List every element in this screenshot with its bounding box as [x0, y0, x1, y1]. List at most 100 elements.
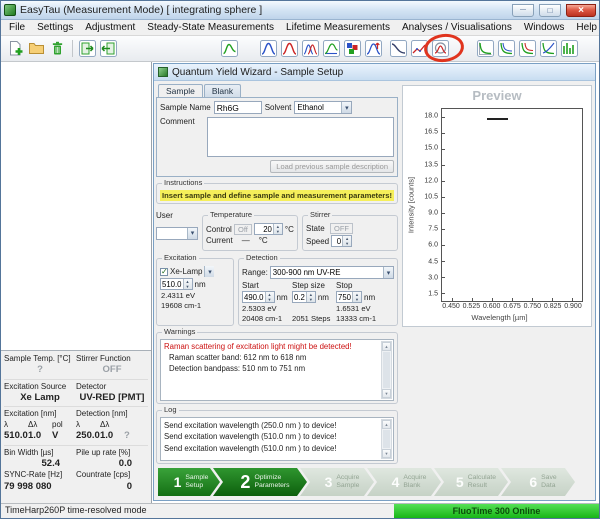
wizard-step-6[interactable]: 6SaveData — [501, 468, 575, 496]
menu-item-steady-state-measurements[interactable]: Steady-State Measurements — [141, 21, 280, 34]
minimize-button[interactable] — [512, 4, 534, 17]
detection-start-spinner[interactable]: 490.0 — [242, 291, 275, 303]
spinner-arrows-icon[interactable] — [306, 292, 315, 302]
solvent-combo[interactable]: Ethanol — [294, 101, 352, 114]
wizard-step-2[interactable]: 2OptimizeParameters — [213, 468, 307, 496]
kinetics-measurement-icon[interactable] — [219, 39, 239, 59]
x-axis-tick-label: 0.900 — [564, 303, 582, 310]
x-axis-tick-label: 0.675 — [503, 303, 521, 310]
power-scan-icon[interactable] — [409, 39, 429, 59]
detection-group: Detection Range: 300-900 nm UV-RE — [238, 258, 398, 326]
chevron-down-icon[interactable] — [187, 228, 197, 239]
maximize-button[interactable] — [539, 4, 561, 17]
emission-spectrum-icon[interactable] — [258, 39, 278, 59]
user-block: User — [156, 211, 198, 251]
synchronous-scan-icon[interactable] — [300, 39, 320, 59]
load-previous-sample-button[interactable]: Load previous sample description — [270, 160, 394, 173]
tres-scan-icon[interactable] — [517, 39, 537, 59]
anisotropy-spectrum-icon[interactable] — [321, 39, 341, 59]
excitation-ev-value: 2.4311 eV — [161, 291, 230, 300]
user-combo[interactable] — [156, 227, 198, 240]
menu-item-lifetime-measurements[interactable]: Lifetime Measurements — [280, 21, 396, 34]
absorption-measurement-icon[interactable] — [388, 39, 408, 59]
menu-item-windows[interactable]: Windows — [518, 21, 571, 34]
y-axis-tick-label: 10.5 — [424, 193, 438, 200]
decay-measurement-icon[interactable] — [475, 39, 495, 59]
stirrer-speed-spinner[interactable]: 0 — [331, 235, 352, 247]
y-axis-tick-mark — [442, 117, 445, 118]
menu-item-help[interactable]: Help — [570, 21, 600, 34]
delete-measurement-icon[interactable] — [47, 39, 67, 59]
wizard-step-3[interactable]: 3AcquireSample — [300, 468, 374, 496]
temperature-group-title: Temperature — [208, 211, 254, 219]
excitation-wavelength-spinner[interactable]: 510.0 — [160, 278, 193, 290]
countrate-label: Countrate [cps] — [76, 470, 148, 480]
mdi-workspace: Quantum Yield Wizard - Sample Setup Samp… — [152, 62, 599, 503]
menu-item-settings[interactable]: Settings — [31, 21, 79, 34]
menu-item-adjustment[interactable]: Adjustment — [79, 21, 141, 34]
detection-step-value: 0.2 — [293, 292, 306, 302]
spinner-arrows-icon[interactable] — [273, 224, 282, 234]
pol-label — [124, 420, 148, 430]
warnings-title: Warnings — [162, 328, 197, 336]
xe-lamp-checkbox[interactable] — [160, 268, 168, 276]
temperature-scan-icon[interactable] — [363, 39, 383, 59]
scroll-up-icon[interactable] — [382, 420, 391, 429]
excitation-spectrum-icon[interactable] — [279, 39, 299, 59]
scroll-thumb[interactable] — [383, 430, 390, 448]
tab-blank[interactable]: Blank — [204, 84, 241, 97]
log-scrollbar[interactable] — [381, 419, 392, 459]
menu-item-file[interactable]: File — [3, 21, 31, 34]
sample-name-input[interactable] — [214, 101, 262, 114]
wizard-step-number: 1 — [174, 474, 182, 490]
spinner-arrows-icon[interactable] — [342, 236, 351, 246]
warning-detail-line: Detection bandpass: 510 nm to 751 nm — [164, 364, 379, 375]
detection-range-combo[interactable]: 300-900 nm UV-RE — [270, 266, 394, 279]
new-measurement-icon[interactable] — [5, 39, 25, 59]
menu-item-analyses-visualisations[interactable]: Analyses / Visualisations — [396, 21, 518, 34]
detection-stop-value: 750 — [337, 292, 352, 302]
scroll-thumb[interactable] — [383, 352, 390, 388]
excitation-group-title: Excitation — [162, 254, 199, 262]
scroll-up-icon[interactable] — [382, 342, 391, 351]
quantum-yield-wizard-icon[interactable] — [430, 39, 450, 59]
detection-start-value: 490.0 — [243, 292, 265, 302]
dialog-title: Quantum Yield Wizard - Sample Setup — [172, 67, 343, 78]
warnings-scrollbar[interactable] — [381, 341, 392, 399]
spinner-arrows-icon[interactable] — [183, 279, 192, 289]
scroll-down-icon[interactable] — [382, 449, 391, 458]
instructions-text: Insert sample and define sample and meas… — [160, 190, 394, 201]
detection-range-value: 300-900 nm UV-RE — [271, 268, 383, 277]
comment-textarea[interactable] — [207, 117, 394, 157]
temperature-control-toggle[interactable]: Off — [234, 224, 252, 235]
stirrer-state-toggle[interactable]: OFF — [330, 223, 353, 234]
title-bar[interactable]: EasyTau (Measurement Mode) [ integrating… — [1, 1, 599, 20]
spinner-arrows-icon[interactable] — [265, 292, 274, 302]
wizard-step-4[interactable]: 4AcquireBlank — [367, 468, 441, 496]
export-data-icon[interactable] — [77, 39, 97, 59]
dialog-title-bar[interactable]: Quantum Yield Wizard - Sample Setup — [154, 64, 595, 81]
x-axis-tick-mark — [452, 298, 453, 301]
chevron-down-icon[interactable] — [341, 102, 351, 113]
import-data-icon[interactable] — [98, 39, 118, 59]
wizard-step-5[interactable]: 5CalculateResult — [434, 468, 508, 496]
anisotropy-decay-icon[interactable] — [538, 39, 558, 59]
chevron-down-icon[interactable] — [383, 267, 393, 278]
bin-width-value: 52.4 — [4, 458, 76, 470]
y-axis-tick-mark — [442, 229, 445, 230]
time-resolved-emission-icon[interactable] — [496, 39, 516, 59]
burst-analysis-icon[interactable] — [559, 39, 579, 59]
detection-step-spinner[interactable]: 0.2 — [292, 291, 316, 303]
chevron-down-icon[interactable] — [204, 266, 214, 277]
x-axis-tick-label: 0.600 — [483, 303, 501, 310]
scroll-down-icon[interactable] — [382, 389, 391, 398]
temperature-setpoint-spinner[interactable]: 20 — [254, 223, 283, 235]
x-axis-tick-mark — [572, 298, 573, 301]
close-button[interactable] — [566, 4, 596, 17]
tab-sample[interactable]: Sample — [158, 84, 203, 97]
excitation-emission-map-icon[interactable] — [342, 39, 362, 59]
wizard-step-1[interactable]: 1SampleSetup — [158, 468, 220, 496]
open-file-icon[interactable] — [26, 39, 46, 59]
spinner-arrows-icon[interactable] — [352, 292, 361, 302]
detection-stop-spinner[interactable]: 750 — [336, 291, 362, 303]
